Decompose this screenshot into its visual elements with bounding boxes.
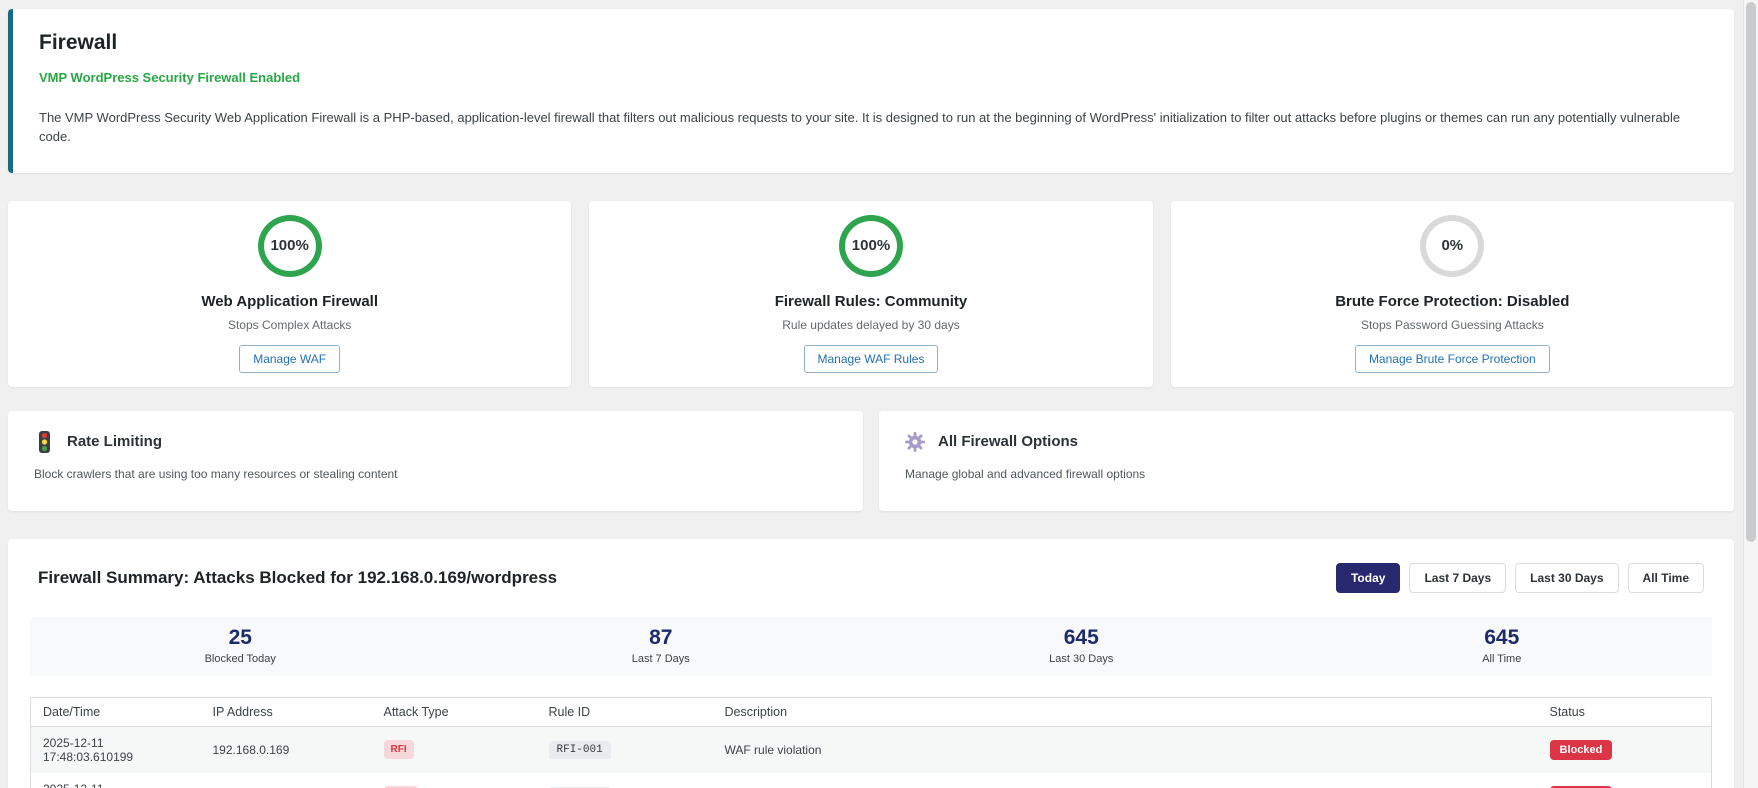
time-filter-group: Today Last 7 Days Last 30 Days All Time [1335,562,1704,593]
table-row: 2025-12-11 17:27:33.319900 192.168.0.169… [30,772,1712,788]
firewall-rules-subtitle: Rule updates delayed by 30 days [782,317,960,332]
summary-title: Firewall Summary: Attacks Blocked for 19… [38,567,558,587]
waf-progress-ring: 100% [257,214,322,277]
stat-last-30-days-value: 645 [1063,625,1099,649]
stat-last-7-days-value: 87 [649,625,673,649]
cell-datetime: 2025-12-11 17:48:03.610199 [43,735,134,764]
stat-last-30-days-label: Last 30 Days [1049,652,1114,665]
brute-force-card: 0% Brute Force Protection: Disabled Stop… [1170,200,1734,387]
attack-type-badge: RFI [383,740,414,760]
col-datetime: Date/Time [30,697,201,727]
firewall-rules-progress-ring: 100% [838,214,903,277]
waf-card: 100% Web Application Firewall Stops Comp… [8,200,572,387]
brute-force-progress-ring: 0% [1420,214,1485,277]
rate-limiting-title: Rate Limiting [67,433,163,451]
filter-last-7-days-button[interactable]: Last 7 Days [1409,562,1507,593]
page-title: Firewall [39,31,118,54]
cell-ip: 192.168.0.169 [201,773,372,788]
all-firewall-options-card[interactable]: All Firewall Options Manage global and a… [879,410,1734,511]
manage-waf-rules-button[interactable]: Manage WAF Rules [803,344,939,373]
stat-blocked-today: 25 Blocked Today [30,626,451,665]
firewall-page: Firewall VMP WordPress Security Firewall… [0,0,1758,788]
option-cards-row: Rate Limiting Block crawlers that are us… [8,410,1734,511]
filter-last-30-days-button[interactable]: Last 30 Days [1515,562,1619,593]
col-ip-address: IP Address [200,697,372,727]
attack-stats-row: 25 Blocked Today 87 Last 7 Days 645 Last… [30,616,1713,676]
waf-title: Web Application Firewall [201,292,379,310]
cell-description: WAF rule violation [724,742,822,757]
stat-blocked-today-value: 25 [228,625,252,649]
cell-ip: 192.168.0.169 [212,742,290,757]
cell-description: XSS attack detected [713,773,1538,788]
cell-datetime: 2025-12-11 17:27:33.319900 [31,773,201,788]
col-status: Status [1537,697,1712,727]
firewall-intro-card: Firewall VMP WordPress Security Firewall… [8,9,1734,173]
firewall-enabled-status: VMP WordPress Security Firewall Enabled [39,70,301,85]
firewall-summary-card: Firewall Summary: Attacks Blocked for 19… [8,538,1734,788]
waf-percent: 100% [270,237,309,255]
status-badge: Blocked [1549,739,1613,760]
brute-force-subtitle: Stops Password Guessing Attacks [1360,317,1544,332]
stat-all-time: 645 All Time [1292,626,1713,665]
rate-limiting-card[interactable]: Rate Limiting Block crawlers that are us… [8,410,863,511]
traffic-light-icon [34,430,54,453]
filter-all-time-button[interactable]: All Time [1627,562,1704,593]
feature-cards-row: 100% Web Application Firewall Stops Comp… [8,200,1734,387]
col-description: Description [712,697,1538,727]
brute-force-title: Brute Force Protection: Disabled [1335,292,1570,310]
col-attack-type: Attack Type [371,697,537,727]
col-rule-id: Rule ID [536,697,713,727]
rule-id-badge: RFI-001 [548,740,611,759]
firewall-rules-percent: 100% [851,237,891,255]
firewall-rules-card: 100% Firewall Rules: Community Rule upda… [589,200,1153,387]
table-header-row: Date/Time IP Address Attack Type Rule ID… [30,697,1712,727]
firewall-rules-title: Firewall Rules: Community [774,292,968,310]
stat-last-7-days-label: Last 7 Days [631,652,690,665]
brute-force-percent: 0% [1441,237,1464,255]
blocked-attacks-table: Date/Time IP Address Attack Type Rule ID… [30,696,1712,788]
table-row: 2025-12-11 17:48:03.610199 192.168.0.169… [30,726,1712,773]
scrollbar-thumb[interactable] [1746,2,1756,542]
gear-icon [905,431,925,453]
stat-all-time-value: 645 [1484,625,1520,649]
stat-last-30-days: 645 Last 30 Days [871,626,1292,665]
all-firewall-options-title: All Firewall Options [938,433,1079,451]
stat-last-7-days: 87 Last 7 Days [451,626,872,665]
manage-waf-button[interactable]: Manage WAF [239,344,341,373]
stat-blocked-today-label: Blocked Today [204,652,276,665]
firewall-description: The VMP WordPress Security Web Applicati… [39,110,1681,144]
stat-all-time-label: All Time [1482,652,1522,665]
rate-limiting-description: Block crawlers that are using too many r… [34,466,398,481]
manage-brute-force-button[interactable]: Manage Brute Force Protection [1354,344,1550,373]
vertical-scrollbar[interactable] [1743,0,1758,788]
filter-today-button[interactable]: Today [1335,562,1401,593]
waf-subtitle: Stops Complex Attacks [227,317,352,332]
all-firewall-options-description: Manage global and advanced firewall opti… [905,466,1146,481]
